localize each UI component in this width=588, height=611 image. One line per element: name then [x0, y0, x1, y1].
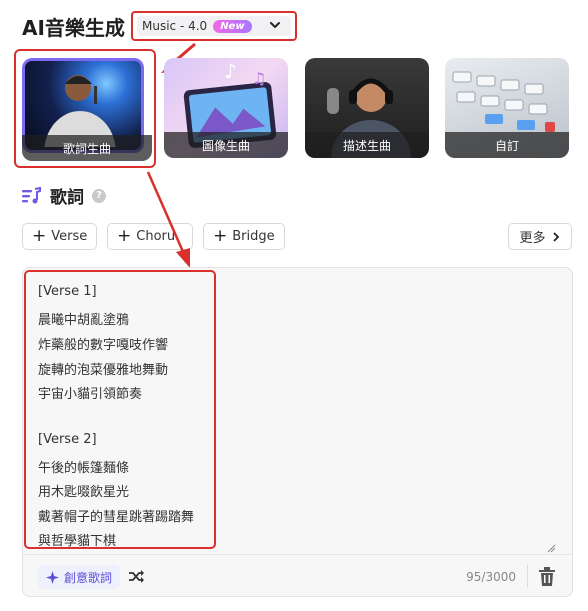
more-label: 更多 — [519, 231, 546, 246]
trash-icon[interactable] — [539, 567, 555, 586]
lyric-line: [Verse 2] — [38, 432, 97, 447]
plus-icon: + — [213, 226, 228, 246]
editor-divider — [22, 554, 573, 555]
model-select[interactable]: Music - 4.0 New — [131, 11, 297, 41]
mode-card-caption: 歌詞生曲 — [22, 135, 152, 161]
creative-lyrics-button[interactable]: 創意歌詞 — [38, 565, 121, 589]
lyric-line: 旋轉的泡菜優雅地舞動 — [38, 363, 169, 378]
shuffle-icon[interactable] — [129, 570, 144, 583]
new-badge: New — [213, 19, 252, 33]
lyrics-section-header: 歌詞 ? — [22, 183, 106, 208]
mode-card-caption: 圖像生曲 — [164, 132, 288, 158]
lyric-line: 午後的帳篷麵條 — [38, 461, 130, 476]
page-title: AI音樂生成 — [22, 16, 125, 40]
add-bridge-button[interactable]: + Bridge — [203, 223, 285, 250]
chip-label: Bridge — [232, 229, 275, 244]
mode-card-lyrics[interactable]: 歌詞生曲 — [22, 58, 152, 161]
mode-card-caption: 描述生曲 — [305, 132, 429, 158]
lyric-line: 戴著帽子的彗星跳著踢踏舞 — [38, 510, 195, 525]
lyric-line: 晨曦中胡亂塗鴉 — [38, 313, 130, 328]
lyric-line: 炸藥般的數字嘎吱作響 — [38, 338, 169, 353]
chevron-down-icon — [270, 22, 280, 29]
help-icon[interactable]: ? — [92, 188, 106, 203]
footer-divider — [527, 565, 528, 587]
chevron-right-icon — [552, 231, 559, 242]
svg-text:♫: ♫ — [252, 69, 266, 88]
model-label: Music - 4.0 — [142, 19, 208, 33]
plus-icon: + — [32, 226, 47, 246]
sparkle-icon — [46, 570, 59, 584]
creative-lyrics-label: 創意歌詞 — [64, 570, 113, 585]
more-button[interactable]: 更多 — [508, 223, 572, 250]
mode-card-image[interactable]: ♪ ♫ 圖像生曲 — [164, 58, 288, 158]
mode-card-caption: 自訂 — [445, 132, 569, 158]
lyric-line: 宇宙小貓引領節奏 — [38, 387, 143, 402]
lyric-line: [Verse 1] — [38, 284, 97, 299]
resize-handle-icon[interactable] — [546, 543, 556, 553]
chip-label: Verse — [51, 229, 88, 244]
mode-card-description[interactable]: 描述生曲 — [305, 58, 429, 158]
mode-card-selected-border: 歌詞生曲 — [22, 58, 152, 161]
add-verse-button[interactable]: + Verse — [22, 223, 98, 250]
svg-text:♪: ♪ — [224, 59, 237, 83]
lyric-line: 與哲學貓下棋 — [38, 534, 117, 549]
annotation-arrow-down — [146, 171, 190, 268]
plus-icon: + — [117, 226, 132, 246]
section-title: 歌詞 — [50, 188, 84, 208]
lyric-line: 用木匙啜飲星光 — [38, 485, 130, 500]
lyrics-icon — [22, 186, 41, 203]
mode-card-custom[interactable]: 自訂 — [445, 58, 569, 158]
character-count: 95/3000 — [466, 570, 516, 584]
singer-image — [44, 75, 116, 147]
